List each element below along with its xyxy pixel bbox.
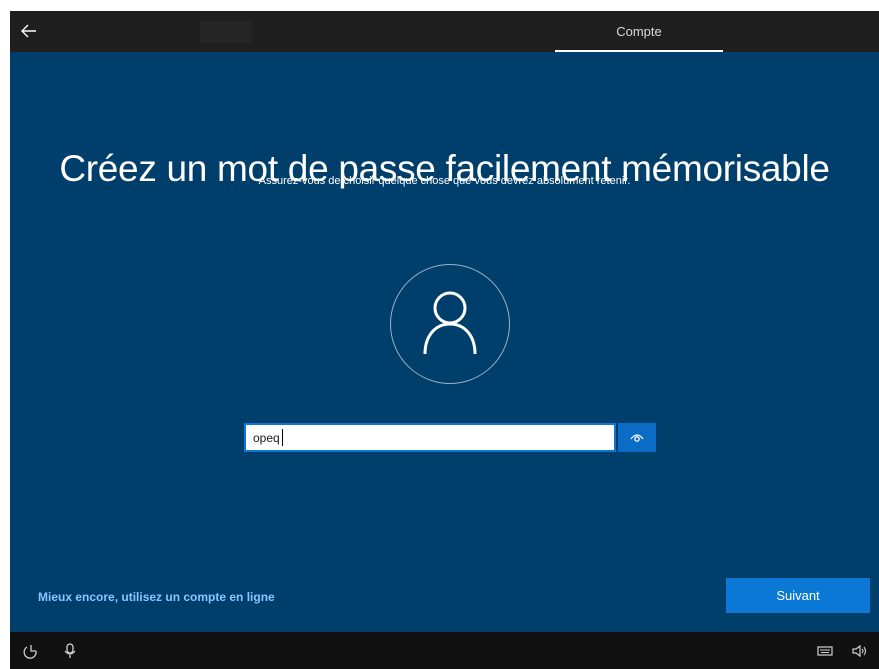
taskbar <box>10 632 879 669</box>
reveal-password-button[interactable] <box>618 423 656 452</box>
eye-icon <box>630 434 644 442</box>
volume-button[interactable] <box>850 642 868 660</box>
back-button[interactable] <box>16 18 44 44</box>
password-input[interactable] <box>244 423 616 452</box>
page-subtitle: Assurez-vous de choisir quelque chose qu… <box>258 175 631 187</box>
top-bar-placeholder <box>200 21 252 43</box>
main-content: Créez un mot de passe facilement mémoris… <box>10 52 879 632</box>
online-account-link[interactable]: Mieux encore, utilisez un compte en lign… <box>38 590 275 604</box>
accessibility-icon <box>23 645 37 659</box>
tab-account[interactable]: Compte <box>555 11 723 52</box>
accessibility-button[interactable] <box>22 642 40 660</box>
avatar <box>390 264 510 384</box>
keyboard-button[interactable] <box>816 642 834 660</box>
microphone-button[interactable] <box>61 642 79 660</box>
keyboard-icon <box>817 646 833 656</box>
next-button[interactable]: Suivant <box>726 578 870 613</box>
volume-icon <box>852 644 867 658</box>
setup-screen: Compte Créez un mot de passe facilement … <box>10 11 879 669</box>
microphone-icon <box>64 643 76 658</box>
arrow-left-icon <box>21 24 36 38</box>
top-bar: Compte <box>10 11 879 52</box>
user-icon <box>423 291 477 355</box>
text-caret <box>282 429 283 446</box>
tab-account-label: Compte <box>616 24 662 39</box>
